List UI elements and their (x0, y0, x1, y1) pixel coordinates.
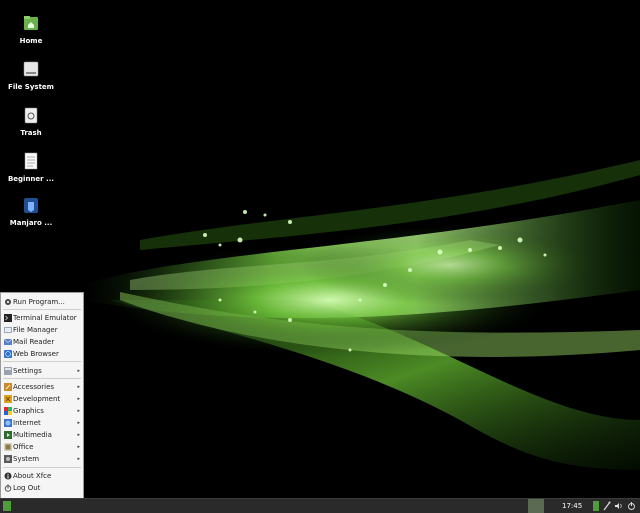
menu-item-mail-reader[interactable]: Mail Reader (1, 336, 83, 348)
desktop-icon-label: Manjaro ... (9, 219, 53, 227)
accessories-icon (4, 383, 12, 391)
desktop-icon-trash[interactable]: Trash (6, 106, 56, 137)
submenu-arrow-icon: ▸ (77, 384, 80, 390)
info-icon (4, 472, 12, 480)
logout-icon (4, 484, 12, 492)
menu-item-about-xfce[interactable]: About Xfce (1, 470, 83, 482)
settings-icon (4, 367, 12, 375)
menu-item-system[interactable]: System ▸ (1, 453, 83, 465)
menu-item-run-program[interactable]: Run Program... (1, 296, 83, 308)
menu-item-terminal-emulator[interactable]: Terminal Emulator (1, 312, 83, 324)
terminal-icon (4, 314, 12, 322)
web-icon (4, 350, 12, 358)
bottom-panel: 17:45 (0, 498, 640, 513)
submenu-arrow-icon: ▸ (77, 396, 80, 402)
submenu-arrow-icon: ▸ (77, 456, 80, 462)
desktop-icon-home[interactable]: Home (6, 14, 56, 45)
workspace-switcher[interactable] (528, 499, 544, 513)
file-manager-icon (4, 326, 12, 334)
mail-icon (3, 338, 13, 346)
gear-icon (4, 298, 12, 306)
menu-item-office[interactable]: Office ▸ (1, 441, 83, 453)
home-folder-icon (23, 14, 39, 32)
manjaro-icon (23, 196, 39, 214)
menu-separator (3, 378, 81, 379)
document-icon (23, 152, 39, 170)
desktop-icon-manjaro[interactable]: Manjaro ... (6, 196, 56, 227)
multimedia-icon (4, 431, 12, 439)
panel-clock[interactable]: 17:45 (562, 500, 582, 512)
desktop-icon-beginner[interactable]: Beginner ... (6, 152, 56, 183)
trash-icon (23, 106, 39, 124)
submenu-arrow-icon: ▸ (77, 408, 80, 414)
submenu-arrow-icon: ▸ (77, 420, 80, 426)
office-icon (4, 443, 12, 451)
graphics-icon (4, 407, 12, 415)
desktop-icon-label: File System (8, 83, 54, 91)
menu-item-internet[interactable]: Internet ▸ (1, 417, 83, 429)
whisker-menu-button[interactable] (3, 501, 11, 511)
menu-item-accessories[interactable]: Accessories ▸ (1, 381, 83, 393)
desktop-icon-label: Trash (20, 129, 42, 137)
power-icon[interactable] (627, 501, 636, 511)
submenu-arrow-icon: ▸ (77, 368, 80, 374)
menu-item-settings[interactable]: Settings ▸ (1, 365, 83, 377)
menu-separator (3, 467, 81, 468)
internet-icon (4, 419, 12, 427)
submenu-arrow-icon: ▸ (77, 444, 80, 450)
development-icon (4, 395, 12, 403)
volume-icon[interactable] (614, 501, 623, 511)
menu-separator (3, 361, 81, 362)
menu-separator (3, 309, 81, 310)
submenu-arrow-icon: ▸ (77, 432, 80, 438)
menu-item-development[interactable]: Development ▸ (1, 393, 83, 405)
application-menu: Run Program... Terminal Emulator File Ma… (0, 292, 84, 500)
menu-item-multimedia[interactable]: Multimedia ▸ (1, 429, 83, 441)
battery-icon[interactable] (593, 501, 599, 511)
desktop-icon-label: Home (19, 37, 43, 45)
menu-item-file-manager[interactable]: File Manager (1, 324, 83, 336)
system-icon (4, 455, 12, 463)
drive-icon (23, 60, 39, 78)
desktop-icon-label: Beginner ... (7, 175, 55, 183)
menu-item-log-out[interactable]: Log Out (1, 482, 83, 494)
desktop-icon-file-system[interactable]: File System (6, 60, 56, 91)
desktop-wallpaper (0, 0, 640, 512)
network-icon[interactable] (603, 501, 611, 511)
menu-item-web-browser[interactable]: Web Browser (1, 348, 83, 360)
menu-item-graphics[interactable]: Graphics ▸ (1, 405, 83, 417)
